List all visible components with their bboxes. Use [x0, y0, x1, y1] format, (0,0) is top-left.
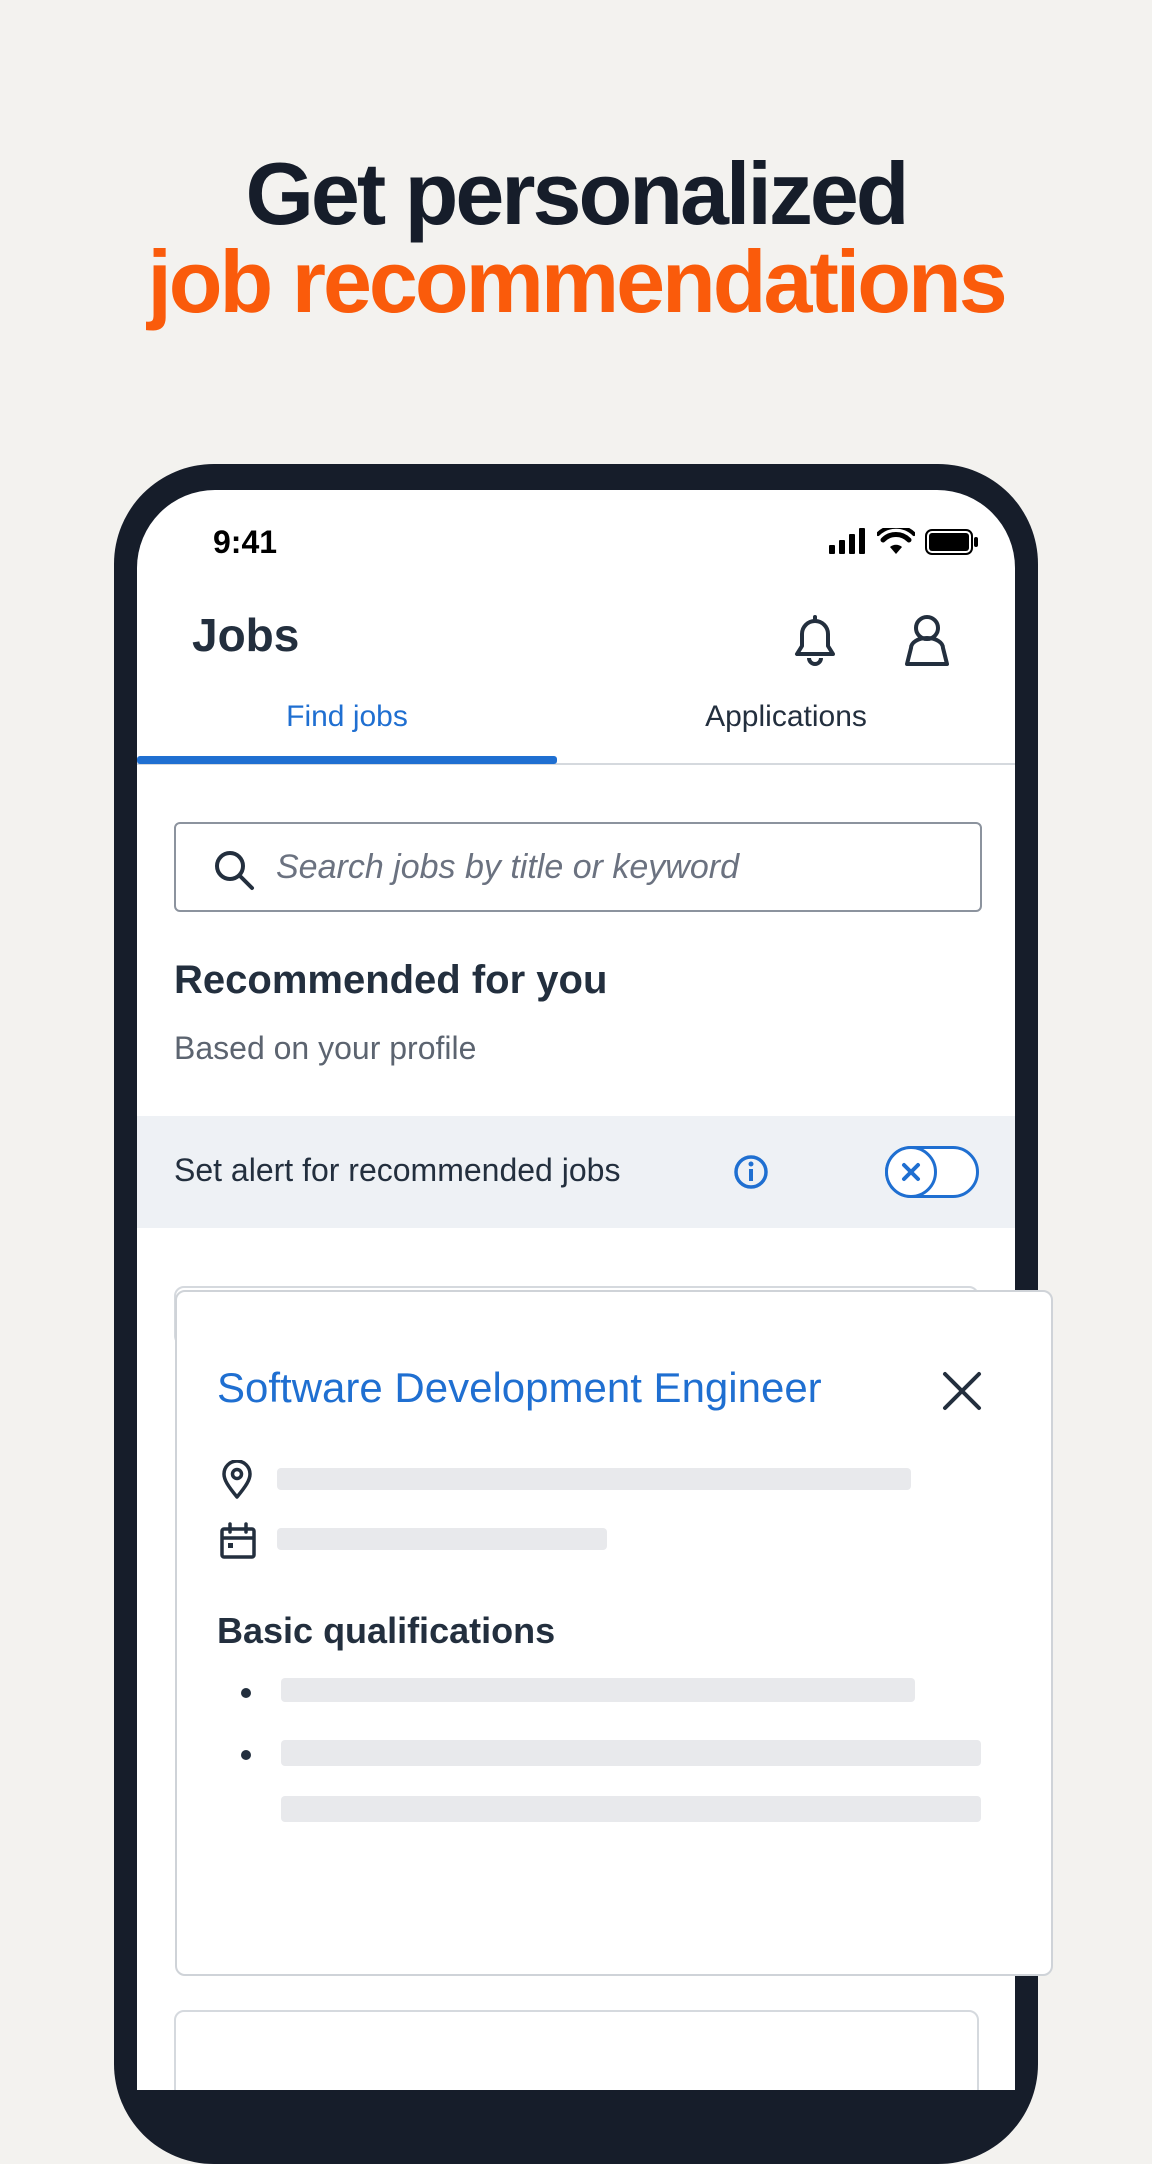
- page-title: Jobs: [192, 609, 300, 661]
- calendar-icon: [220, 1522, 256, 1559]
- qualification-placeholder: [281, 1796, 981, 1822]
- location-placeholder: [277, 1468, 911, 1490]
- person-icon[interactable]: [895, 608, 959, 672]
- active-tab-indicator: [137, 756, 557, 764]
- search-icon: [215, 851, 254, 890]
- hero-line-2: job recommendations: [147, 232, 1007, 331]
- tab-find-jobs[interactable]: Find jobs: [137, 700, 557, 734]
- signal-icon: [829, 528, 865, 554]
- date-placeholder: [277, 1528, 607, 1550]
- job-title[interactable]: Software Development Engineer: [217, 1364, 822, 1412]
- wifi-icon: [877, 528, 915, 554]
- qualification-placeholder: [281, 1678, 915, 1702]
- job-card-next[interactable]: [174, 2010, 979, 2090]
- recommended-title: Recommended for you: [174, 958, 608, 1002]
- bullet: [241, 1688, 251, 1698]
- qualifications-title: Basic qualifications: [217, 1610, 556, 1651]
- qualification-placeholder: [281, 1740, 981, 1766]
- job-card[interactable]: Software Development Engineer Basic qual…: [175, 1290, 1053, 1976]
- alert-label: Set alert for recommended jobs: [174, 1152, 621, 1188]
- status-time: 9:41: [213, 524, 278, 560]
- info-icon[interactable]: [733, 1154, 769, 1190]
- tab-applications[interactable]: Applications: [557, 700, 1015, 734]
- search-input[interactable]: Search jobs by title or keyword: [174, 822, 982, 912]
- close-icon: [902, 1163, 920, 1181]
- alert-toggle[interactable]: [885, 1146, 979, 1198]
- battery-icon: [925, 529, 978, 555]
- close-icon[interactable]: [939, 1368, 985, 1414]
- bullet: [241, 1750, 251, 1760]
- toggle-knob: [885, 1146, 937, 1198]
- bell-icon[interactable]: [783, 608, 847, 672]
- alert-bar: Set alert for recommended jobs: [137, 1116, 1015, 1228]
- hero-line-1: Get personalized: [245, 144, 909, 243]
- location-pin-icon: [222, 1460, 252, 1499]
- hero-heading: Get personalized job recommendations: [0, 150, 1152, 326]
- search-placeholder: Search jobs by title or keyword: [276, 848, 739, 886]
- recommended-subtitle: Based on your profile: [174, 1030, 477, 1066]
